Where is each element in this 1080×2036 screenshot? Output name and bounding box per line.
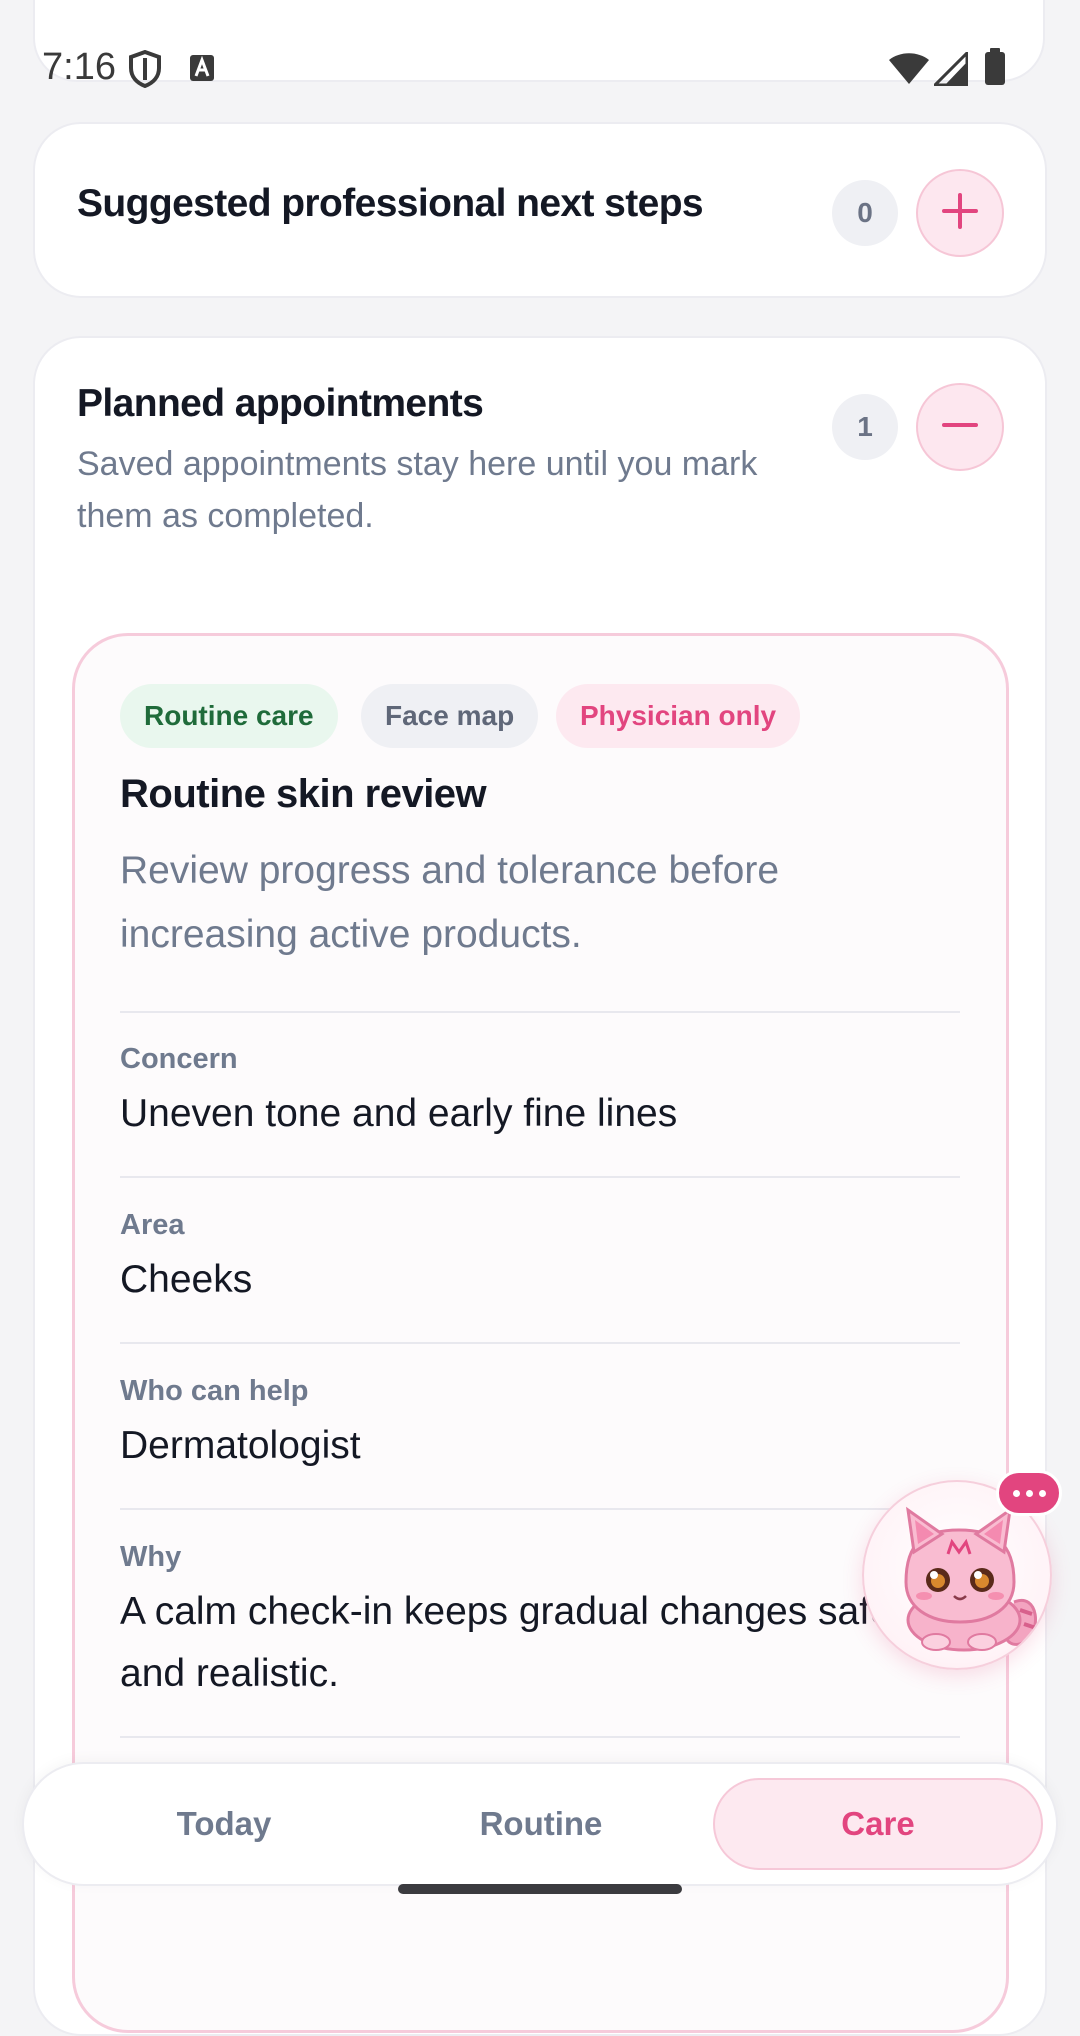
minus-icon: [940, 405, 980, 450]
area-value: Cheeks: [120, 1258, 253, 1301]
suggested-steps-title: Suggested professional next steps: [77, 182, 704, 225]
nav-tab-today[interactable]: Today: [59, 1778, 389, 1870]
planned-appointments-title: Planned appointments: [77, 382, 484, 425]
planned-appointments-subtitle: Saved appointments stay here until you m…: [77, 445, 758, 535]
who-can-help-value: Dermatologist: [120, 1424, 361, 1467]
status-time: 7:16: [42, 46, 116, 88]
area-label: Area: [120, 1209, 185, 1241]
chat-dot: [1025, 1489, 1033, 1497]
keyboard-a-icon: [189, 54, 215, 87]
nav-tab-care[interactable]: Care: [713, 1778, 1043, 1870]
care-type-chip: Routine care: [120, 684, 338, 748]
face-map-chip[interactable]: Face map: [361, 684, 539, 748]
battery-icon: [984, 48, 1006, 91]
divider: [120, 1011, 960, 1013]
physician-only-chip: Physician only: [556, 684, 801, 748]
status-bar: 7:16: [0, 38, 1080, 98]
plus-icon: [940, 191, 980, 236]
divider: [120, 1342, 960, 1344]
bottom-navigation: Today Routine Care: [22, 1762, 1058, 1886]
why-value: A calm check-in keeps gradual changes sa…: [120, 1590, 892, 1695]
appointment-description: Review progress and tolerance before inc…: [120, 849, 780, 956]
concern-label: Concern: [120, 1043, 238, 1075]
divider: [120, 1736, 960, 1738]
wifi-icon: [888, 52, 930, 91]
shield-icon: [128, 49, 162, 93]
who-can-help-label: Who can help: [120, 1375, 309, 1407]
home-indicator[interactable]: [398, 1884, 682, 1894]
divider: [120, 1176, 960, 1178]
appointment-title: Routine skin review: [120, 772, 487, 816]
suggested-count-badge: 0: [832, 180, 898, 246]
concern-value: Uneven tone and early fine lines: [120, 1092, 678, 1135]
chat-dot: [1012, 1489, 1020, 1497]
chat-dot: [1038, 1489, 1046, 1497]
chat-bubble-icon[interactable]: [996, 1470, 1062, 1516]
collapse-planned-button[interactable]: [916, 383, 1004, 471]
planned-count-badge: 1: [832, 394, 898, 460]
divider: [120, 1508, 960, 1510]
signal-icon: [931, 49, 969, 91]
nav-tab-routine[interactable]: Routine: [376, 1778, 706, 1870]
why-label: Why: [120, 1541, 182, 1573]
expand-suggested-button[interactable]: [916, 169, 1004, 257]
suggested-steps-card: Suggested professional next steps 0: [33, 122, 1047, 298]
